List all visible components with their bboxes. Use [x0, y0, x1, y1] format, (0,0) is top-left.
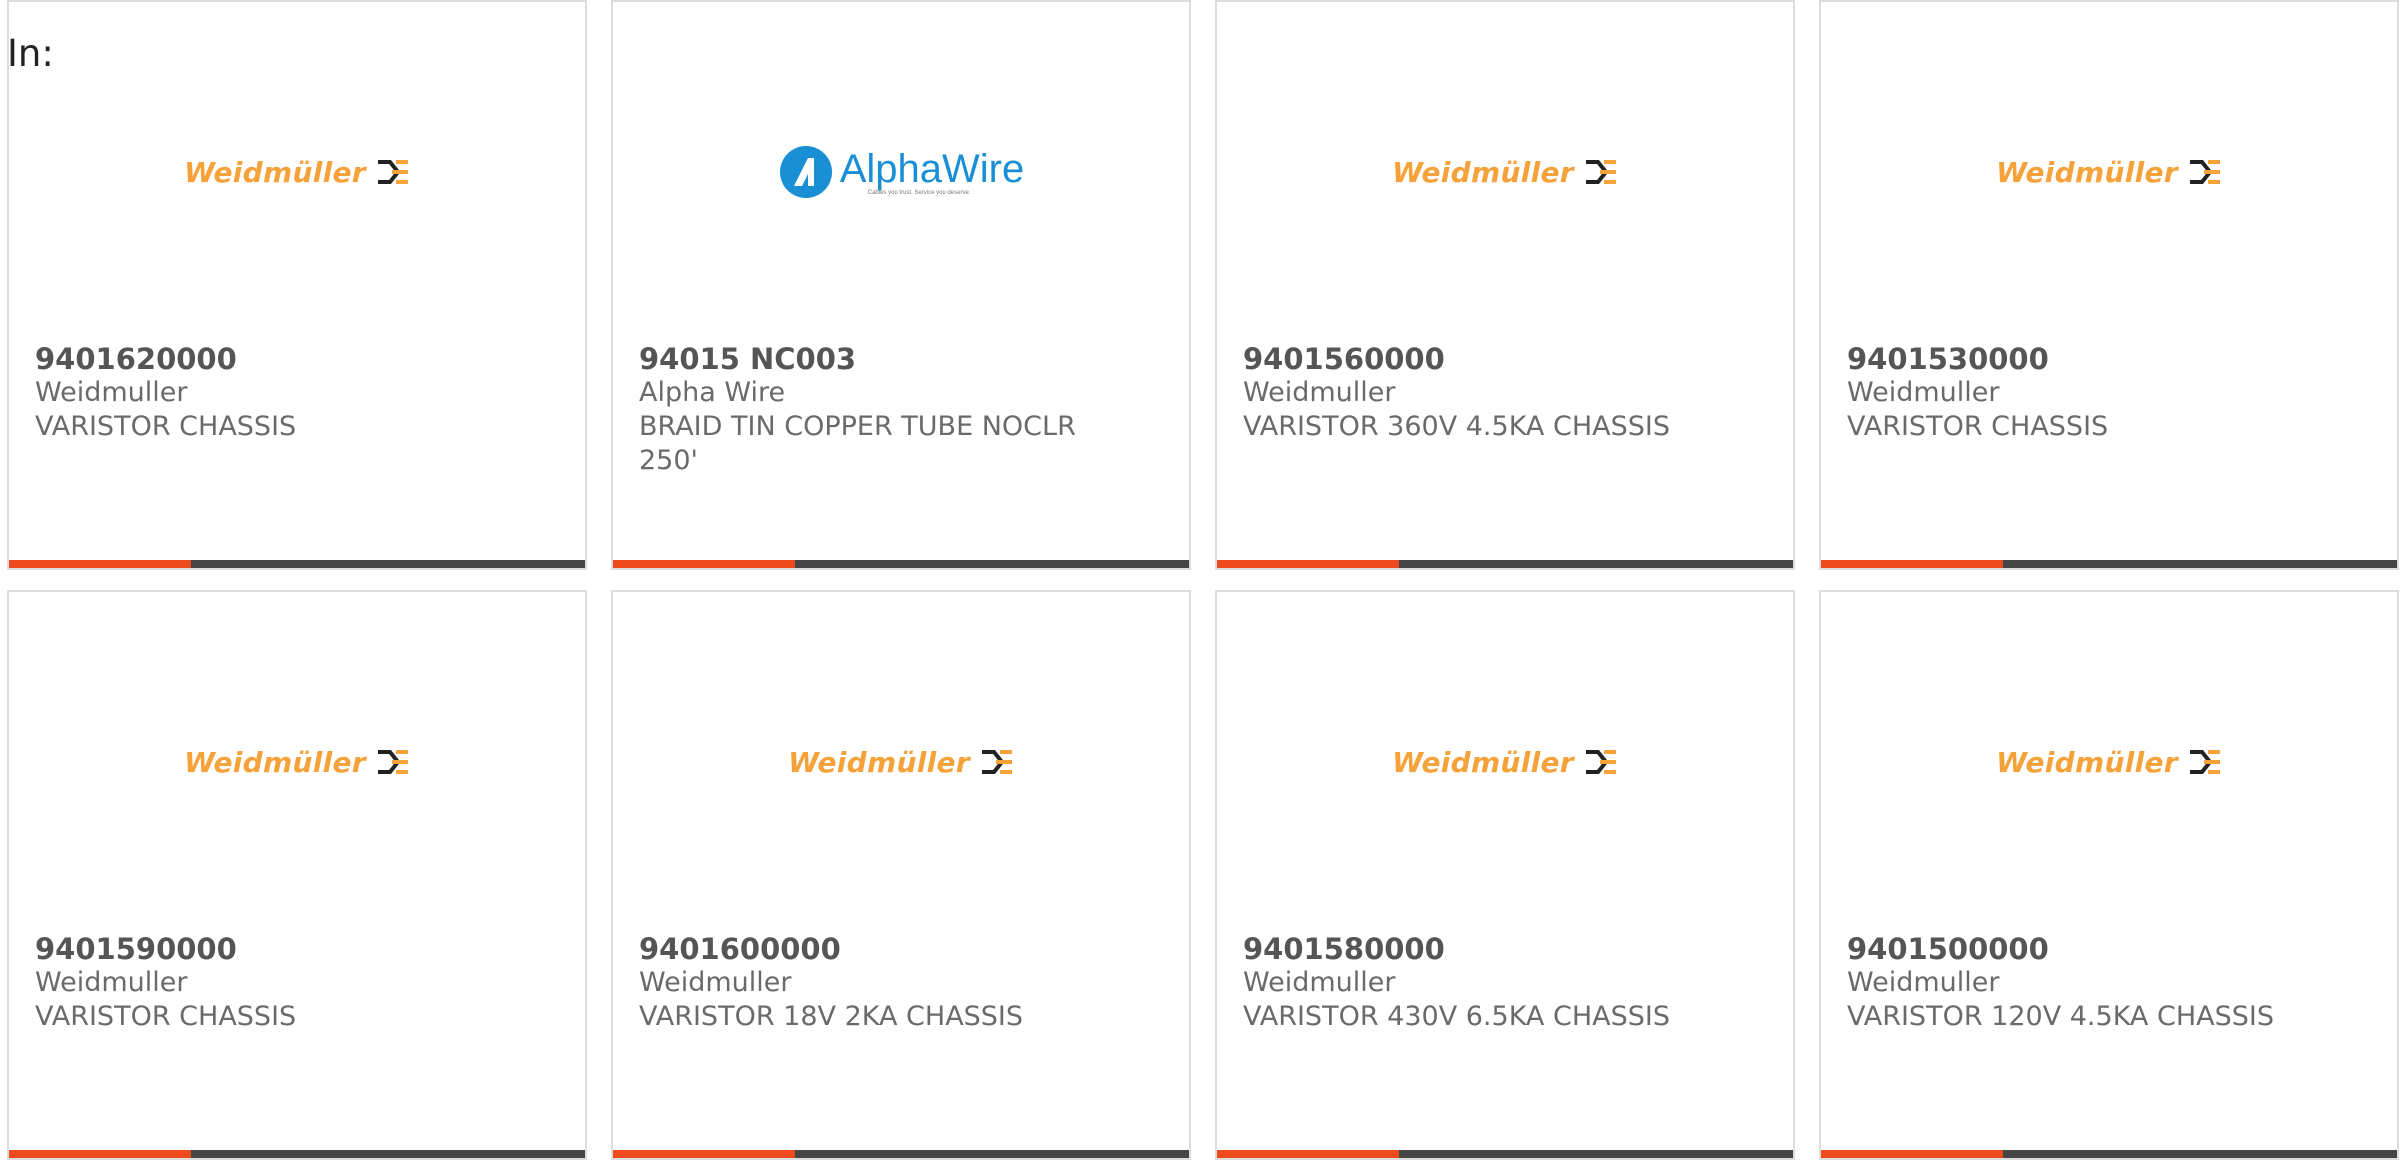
part-number[interactable]: 9401620000: [35, 342, 475, 376]
product-card[interactable]: Weidmüller 9401500000 Weidmuller VARISTO…: [1819, 590, 2399, 1160]
product-grid: In: Weidmüller 9401620000 Weidmuller VAR…: [0, 0, 2400, 1160]
card-bar-accent: [613, 560, 795, 568]
weidmuller-mark-icon: [377, 160, 408, 184]
card-bar-accent: [1217, 560, 1399, 568]
weidmuller-logo: Weidmüller: [9, 722, 585, 802]
weidmuller-logo: Weidmüller: [1217, 132, 1793, 212]
in-label: In:: [7, 32, 54, 75]
weidmuller-logo-text: Weidmüller: [788, 745, 970, 779]
product-info: 9401530000 Weidmuller VARISTOR CHASSIS: [1847, 342, 2287, 444]
product-card[interactable]: Weidmüller 9401620000 Weidmuller VARISTO…: [7, 0, 587, 570]
part-number[interactable]: 9401600000: [639, 932, 1079, 966]
description: VARISTOR CHASSIS: [35, 411, 297, 442]
part-number[interactable]: 9401530000: [1847, 342, 2287, 376]
card-bar: [613, 1150, 1189, 1158]
product-card[interactable]: Weidmüller 9401590000 Weidmuller VARISTO…: [7, 590, 587, 1160]
card-bar-accent: [1821, 560, 2003, 568]
description: VARISTOR 360V 4.5KA CHASSIS: [1243, 411, 1670, 442]
weidmuller-logo-text: Weidmüller: [184, 155, 366, 189]
card-bar-accent: [1821, 1150, 2003, 1158]
weidmuller-logo: Weidmüller: [1821, 722, 2397, 802]
alphawire-logo-tagline: Cables you trust. Service you deserve.: [867, 190, 971, 196]
weidmuller-logo-text: Weidmüller: [1996, 155, 2178, 189]
product-card[interactable]: Weidmüller 9401560000 Weidmuller VARISTO…: [1215, 0, 1795, 570]
product-card[interactable]: Weidmüller 9401600000 Weidmuller VARISTO…: [611, 590, 1191, 1160]
product-info: 9401580000 Weidmuller VARISTOR 430V 6.5K…: [1243, 932, 1683, 1034]
alphawire-logo: AlphaWire Cables you trust. Service you …: [613, 132, 1189, 212]
manufacturer: Weidmuller: [1243, 377, 1396, 408]
card-bar-accent: [613, 1150, 795, 1158]
weidmuller-logo: Weidmüller: [9, 132, 585, 212]
part-number[interactable]: 9401500000: [1847, 932, 2287, 966]
weidmuller-logo-text: Weidmüller: [1392, 745, 1574, 779]
description: VARISTOR CHASSIS: [35, 1001, 297, 1032]
product-card[interactable]: Weidmüller 9401580000 Weidmuller VARISTO…: [1215, 590, 1795, 1160]
weidmuller-logo-text: Weidmüller: [1996, 745, 2178, 779]
description: BRAID TIN COPPER TUBE NOCLR 250': [639, 411, 1076, 476]
manufacturer: Weidmuller: [639, 967, 792, 998]
manufacturer: Weidmuller: [35, 377, 188, 408]
card-bar: [1821, 560, 2397, 568]
manufacturer: Weidmuller: [1847, 377, 2000, 408]
product-info: 9401620000 Weidmuller VARISTOR CHASSIS: [35, 342, 475, 444]
part-number[interactable]: 94015 NC003: [639, 342, 1079, 376]
weidmuller-mark-icon: [2189, 160, 2220, 184]
card-bar: [613, 560, 1189, 568]
card-bar: [1217, 560, 1793, 568]
description: VARISTOR 430V 6.5KA CHASSIS: [1243, 1001, 1670, 1032]
product-card[interactable]: AlphaWire Cables you trust. Service you …: [611, 0, 1191, 570]
description: VARISTOR CHASSIS: [1847, 411, 2109, 442]
weidmuller-logo: Weidmüller: [613, 722, 1189, 802]
card-bar-accent: [9, 560, 191, 568]
description: VARISTOR 18V 2KA CHASSIS: [639, 1001, 1024, 1032]
product-info: 9401600000 Weidmuller VARISTOR 18V 2KA C…: [639, 932, 1079, 1034]
weidmuller-mark-icon: [1585, 160, 1616, 184]
card-bar-accent: [1217, 1150, 1399, 1158]
manufacturer: Weidmuller: [1243, 967, 1396, 998]
part-number[interactable]: 9401580000: [1243, 932, 1683, 966]
weidmuller-mark-icon: [377, 750, 408, 774]
weidmuller-logo: Weidmüller: [1217, 722, 1793, 802]
product-info: 9401560000 Weidmuller VARISTOR 360V 4.5K…: [1243, 342, 1683, 444]
part-number[interactable]: 9401590000: [35, 932, 475, 966]
card-bar-accent: [9, 1150, 191, 1158]
weidmuller-mark-icon: [2189, 750, 2220, 774]
card-bar: [1217, 1150, 1793, 1158]
weidmuller-logo-text: Weidmüller: [1392, 155, 1574, 189]
manufacturer: Alpha Wire: [639, 377, 786, 408]
weidmuller-mark-icon: [1585, 750, 1616, 774]
card-bar: [9, 560, 585, 568]
manufacturer: Weidmuller: [1847, 967, 2000, 998]
weidmuller-logo: Weidmüller: [1821, 132, 2397, 212]
weidmuller-logo-text: Weidmüller: [184, 745, 366, 779]
manufacturer: Weidmuller: [35, 967, 188, 998]
alphawire-mark-icon: [779, 146, 832, 198]
product-card[interactable]: Weidmüller 9401530000 Weidmuller VARISTO…: [1819, 0, 2399, 570]
product-info: 94015 NC003 Alpha Wire BRAID TIN COPPER …: [639, 342, 1079, 478]
part-number[interactable]: 9401560000: [1243, 342, 1683, 376]
card-bar: [9, 1150, 585, 1158]
alphawire-logo-text: AlphaWire: [839, 147, 1025, 191]
card-bar: [1821, 1150, 2397, 1158]
weidmuller-mark-icon: [981, 750, 1012, 774]
description: VARISTOR 120V 4.5KA CHASSIS: [1847, 1001, 2274, 1032]
product-info: 9401500000 Weidmuller VARISTOR 120V 4.5K…: [1847, 932, 2287, 1034]
product-info: 9401590000 Weidmuller VARISTOR CHASSIS: [35, 932, 475, 1034]
